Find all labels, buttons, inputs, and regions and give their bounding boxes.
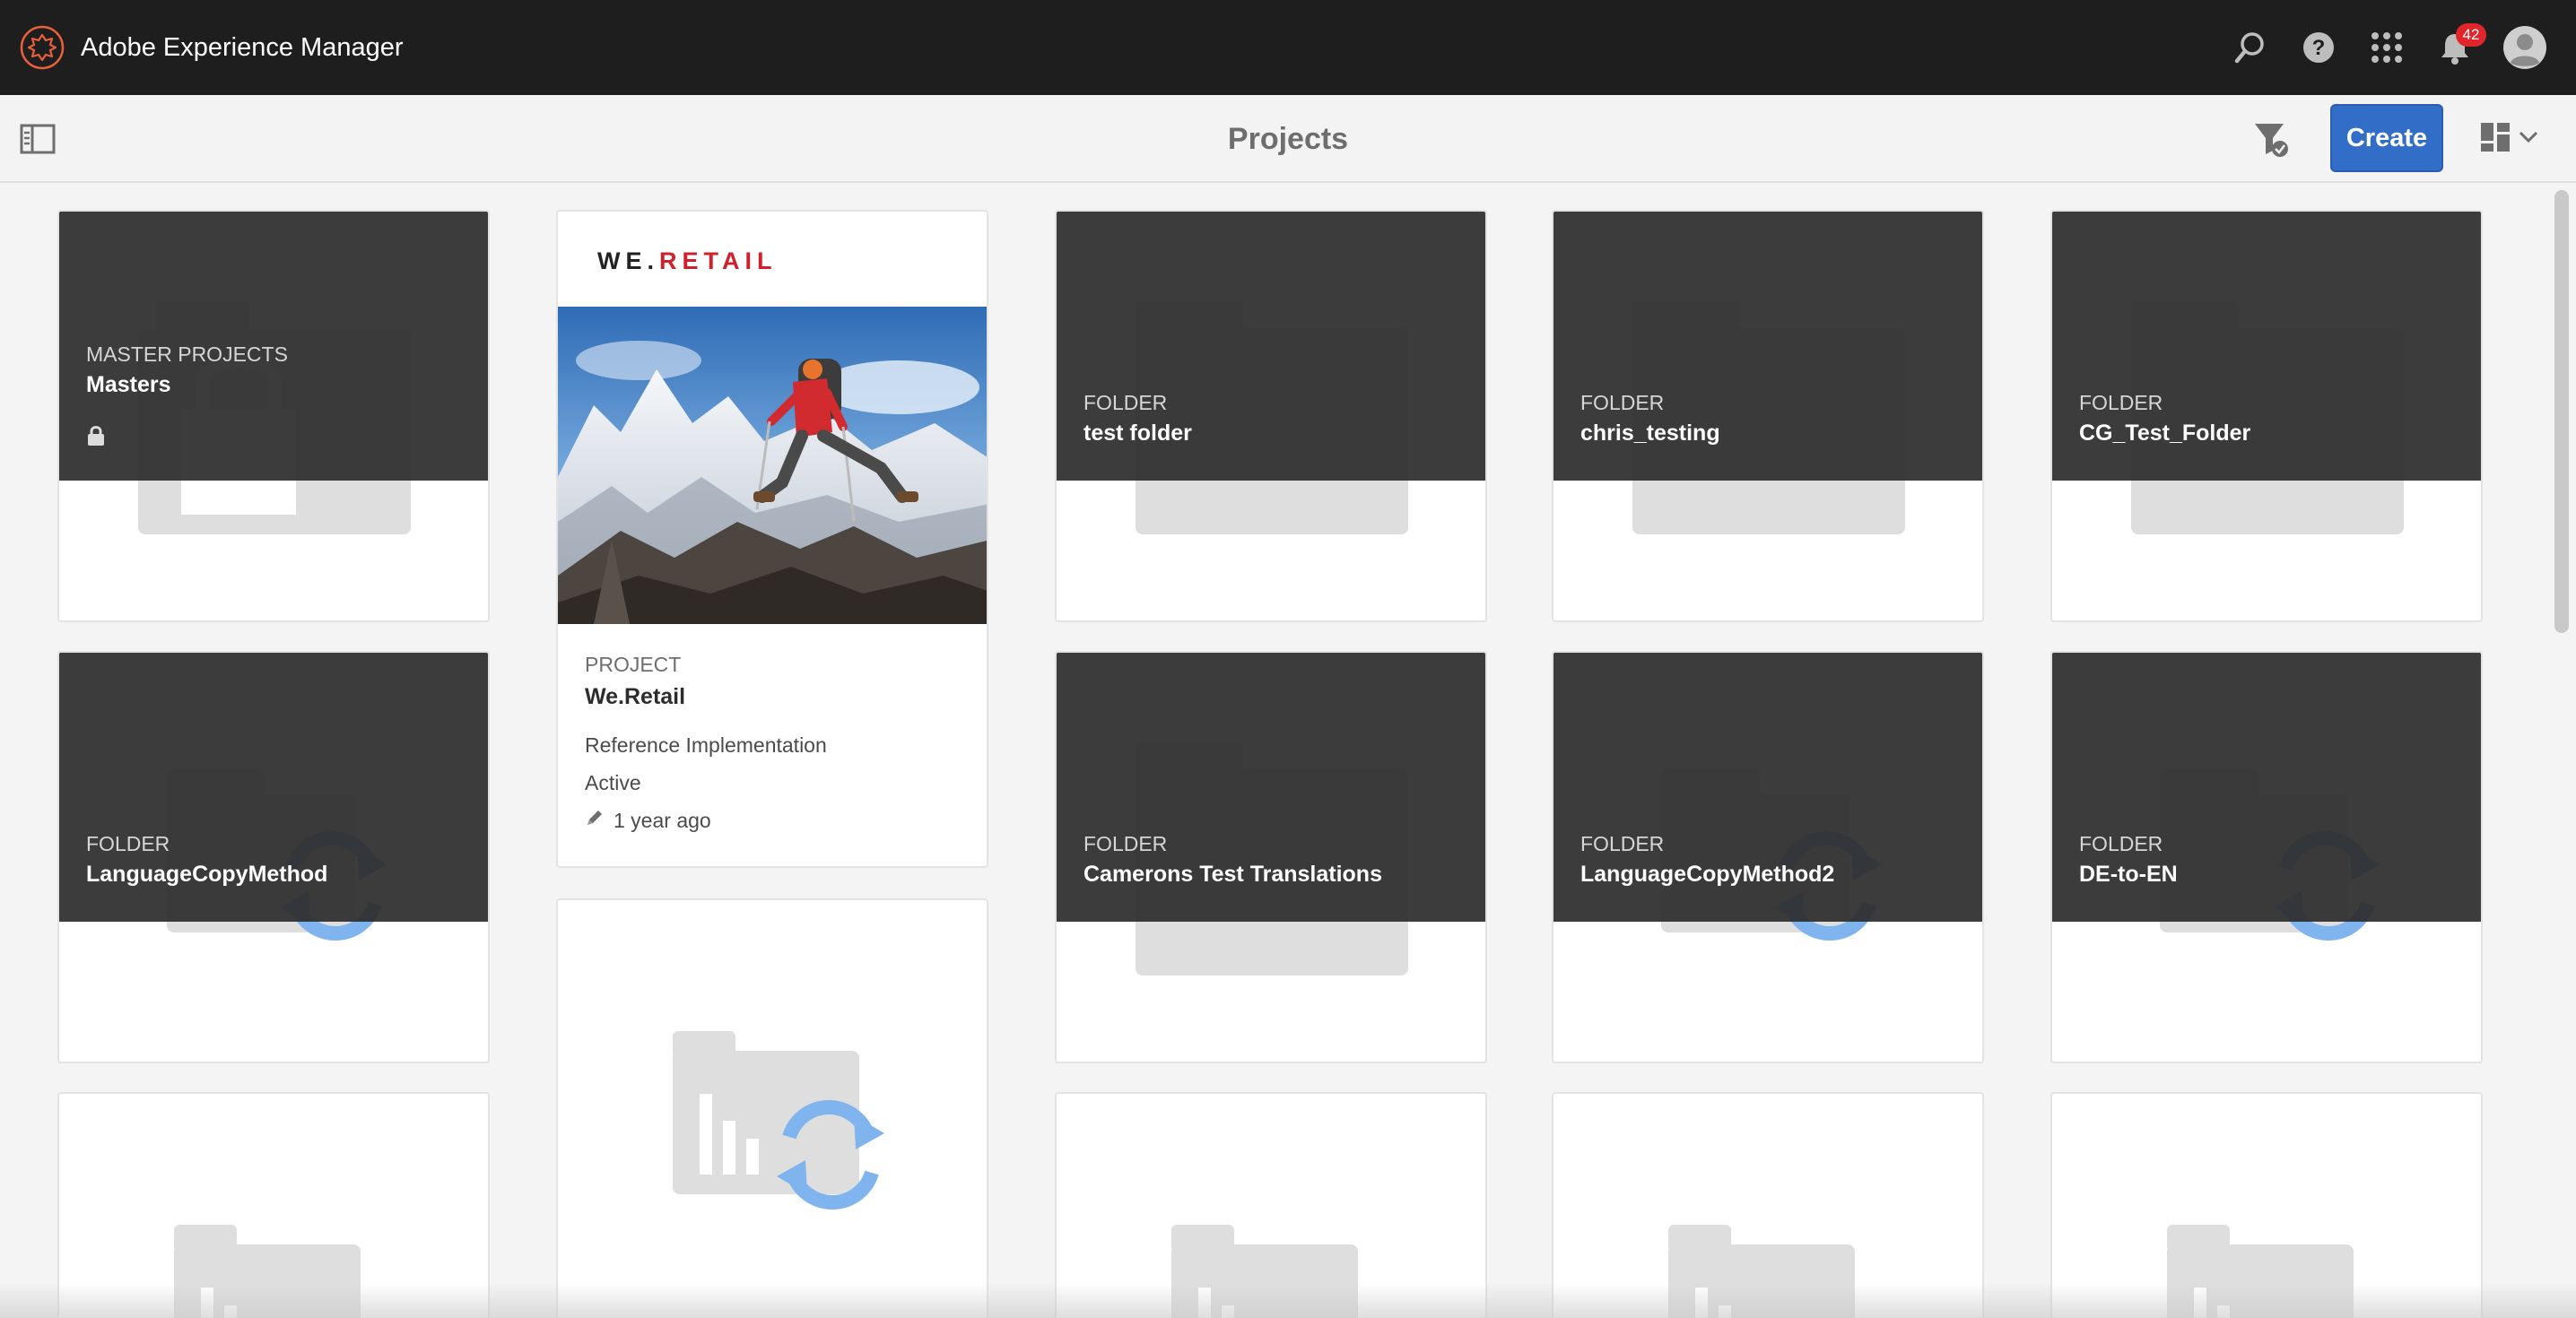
project-status: Active [585,771,641,794]
folder-card-camerons-test-translations[interactable]: FOLDER Camerons Test Translations [1055,651,1487,1063]
chevron-down-icon [2519,131,2538,148]
card-type: PROJECT [585,653,682,676]
search-icon[interactable] [2228,25,2273,70]
card-type: FOLDER [86,832,170,855]
folder-card-test-folder[interactable]: FOLDER test folder [1055,210,1487,622]
rail-toggle-icon[interactable] [20,122,56,156]
action-bar: Projects Create [0,95,2576,183]
adobe-logo-icon[interactable] [20,25,65,70]
project-description: Reference Implementation [585,733,827,757]
card-title: test folder [1083,421,1192,446]
page-title: Projects [1227,122,1349,156]
card-type: FOLDER [2079,832,2163,855]
folder-card-de-to-en[interactable]: FOLDER DE-to-EN [2050,651,2483,1063]
view-switcher[interactable] [2479,118,2551,160]
card-title: LanguageCopyMethod [86,862,328,887]
global-header: Adobe Experience Manager ? 42 [0,0,2576,95]
folder-card-chris-testing[interactable]: FOLDER chris_testing [1552,210,1984,622]
card-title: chris_testing [1580,421,1720,446]
svg-text:?: ? [2312,36,2326,60]
folder-card-language-copy-method[interactable]: FOLDER LanguageCopyMethod [57,651,490,1063]
create-button[interactable]: Create [2330,104,2443,172]
card-title: Masters [86,372,171,397]
project-thumbnail-hiker [558,307,987,624]
card-type: FOLDER [1580,832,1665,855]
filter-icon[interactable] [2250,117,2294,161]
help-icon[interactable]: ? [2296,25,2341,70]
card-title: Camerons Test Translations [1083,862,1382,887]
card-type: FOLDER [1580,391,1665,414]
project-card-masters[interactable]: MASTER PROJECTS Masters [57,210,490,622]
scrollbar-thumb[interactable] [2554,190,2569,633]
translation-project-placeholder-icon [673,1031,884,1210]
card-type: FOLDER [1083,832,1168,855]
we-retail-logo: WE.RETAIL [597,247,778,274]
folder-card-language-copy-method2[interactable]: FOLDER LanguageCopyMethod2 [1552,651,1984,1063]
card-view-icon [2479,121,2511,158]
pencil-icon [585,807,605,834]
card-title: CG_Test_Folder [2079,421,2251,446]
project-card-placeholder[interactable] [556,898,988,1318]
project-card-we-retail[interactable]: WE.RETAIL PROJECT We.Retail Reference Im… [556,210,988,868]
modified-info: 1 year ago [585,807,711,834]
app-title[interactable]: Adobe Experience Manager [81,29,404,66]
apps-grid-icon[interactable] [2364,25,2409,70]
bottom-edge-shadow [0,1282,2576,1318]
notification-badge[interactable]: 42 [2456,23,2486,47]
card-title: We.Retail [585,684,686,709]
lock-icon [86,425,106,447]
card-type: FOLDER [2079,391,2163,414]
card-type: MASTER PROJECTS [86,343,288,366]
folder-card-cg-test-folder[interactable]: FOLDER CG_Test_Folder [2050,210,2483,622]
modified-time: 1 year ago [614,809,711,832]
card-title: DE-to-EN [2079,862,2178,887]
projects-card-grid: MASTER PROJECTS Masters WE.RETAIL PROJEC… [0,185,2576,1318]
user-avatar-icon[interactable] [2502,25,2547,70]
card-title: LanguageCopyMethod2 [1580,862,1835,887]
card-type: FOLDER [1083,391,1168,414]
